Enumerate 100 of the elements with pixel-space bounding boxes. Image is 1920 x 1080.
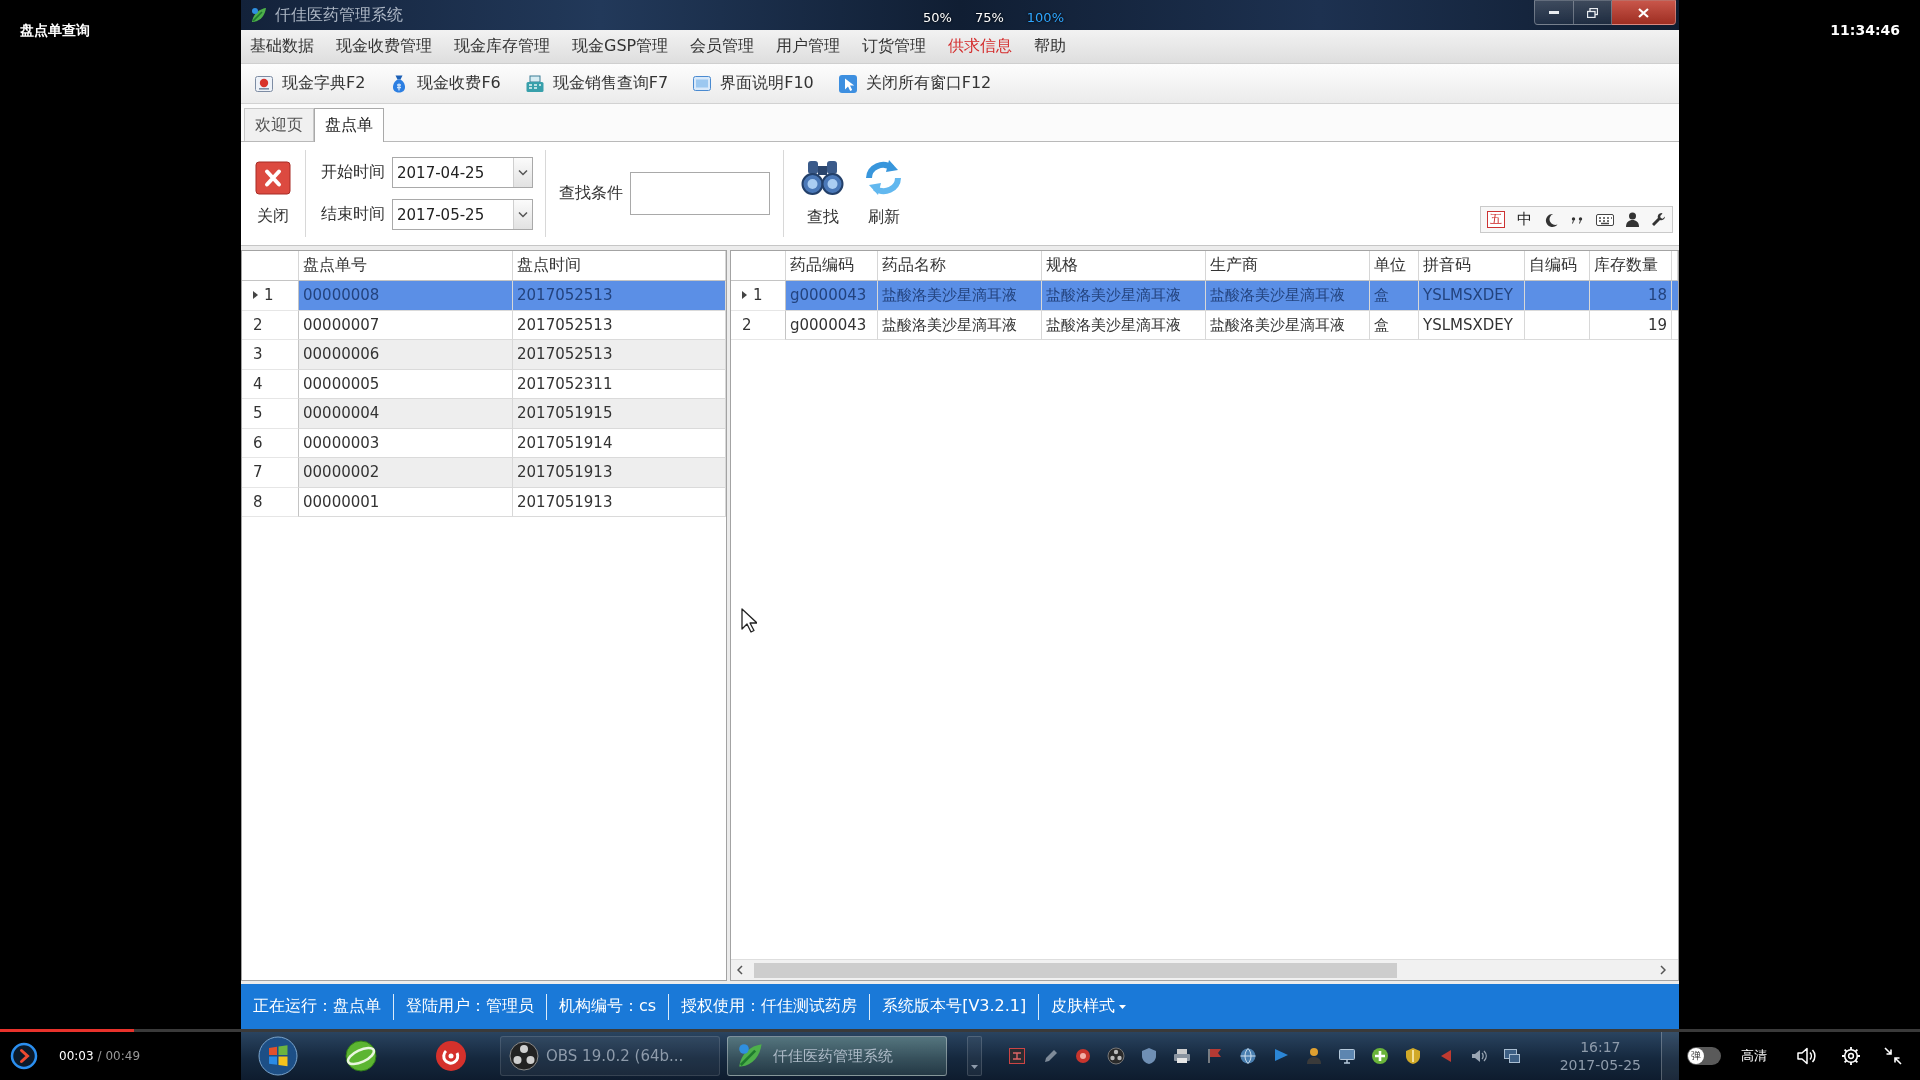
- tab[interactable]: 盘点单: [314, 108, 384, 142]
- close-icon: [255, 160, 291, 195]
- globe-icon[interactable]: [1239, 1047, 1257, 1065]
- find-button[interactable]: 查找: [801, 159, 844, 228]
- dropdown-button[interactable]: [513, 200, 532, 229]
- video-title: 盘点单查询: [20, 22, 90, 38]
- keyboard-icon[interactable]: [1596, 213, 1614, 226]
- person-icon[interactable]: [1305, 1047, 1323, 1065]
- clock: 11:34:46: [1830, 22, 1900, 38]
- table-row[interactable]: 7 00000002 2017051913: [242, 458, 726, 488]
- scrollbar-thumb[interactable]: [754, 962, 1397, 978]
- table-row[interactable]: 1 00000008 2017052513: [242, 281, 726, 311]
- menu-item[interactable]: 现金GSP管理: [572, 36, 669, 57]
- play-icon[interactable]: [10, 1042, 38, 1070]
- table-row[interactable]: 5 00000004 2017051915: [242, 399, 726, 429]
- punctuation-icon[interactable]: [1570, 214, 1584, 225]
- moon-icon[interactable]: [1544, 212, 1558, 227]
- column-header[interactable]: 自编码: [1525, 251, 1590, 280]
- toolbar-button[interactable]: 关闭所有窗口F12: [837, 73, 992, 94]
- menu-item[interactable]: 订货管理: [862, 36, 927, 57]
- column-header[interactable]: 药品名称: [878, 251, 1042, 280]
- end-date-field[interactable]: 2017-05-25: [392, 199, 533, 230]
- refresh-button[interactable]: 刷新: [861, 159, 906, 228]
- progress-track[interactable]: [0, 1029, 1920, 1032]
- column-header[interactable]: 库存数量: [1590, 251, 1672, 280]
- menu-item[interactable]: 基础数据: [250, 36, 314, 57]
- record-dot-icon[interactable]: [1074, 1047, 1092, 1065]
- zoom-option[interactable]: 50%: [923, 10, 952, 25]
- column-header[interactable]: 药品编码: [786, 251, 878, 280]
- settings-icon[interactable]: [1841, 1046, 1861, 1066]
- windows-logo-icon[interactable]: [258, 1036, 298, 1076]
- printer-icon[interactable]: [1173, 1047, 1191, 1065]
- table-row[interactable]: 4 00000005 2017052311: [242, 369, 726, 399]
- column-header[interactable]: 单位: [1370, 251, 1419, 280]
- input-method-icon[interactable]: [1008, 1047, 1026, 1065]
- skin-style-menu[interactable]: 皮肤样式: [1039, 996, 1139, 1017]
- table-cell: 00000004: [299, 399, 513, 429]
- table-row[interactable]: 2 00000007 2017052513: [242, 310, 726, 340]
- table-cell: 2017052513: [513, 340, 726, 370]
- menu-item[interactable]: 现金收费管理: [336, 36, 432, 57]
- horizontal-scrollbar[interactable]: [731, 959, 1678, 980]
- exit-fullscreen-icon[interactable]: [1884, 1047, 1902, 1065]
- table-cell: 盒: [1370, 310, 1419, 340]
- taskbar-window-button[interactable]: 仟佳医药管理系统: [727, 1036, 947, 1076]
- caret-icon: [971, 1065, 978, 1069]
- taskbar-overflow-button[interactable]: [967, 1036, 982, 1076]
- menu-item[interactable]: 帮助: [1034, 36, 1067, 57]
- menu-item[interactable]: 用户管理: [776, 36, 841, 57]
- flag-icon[interactable]: [1206, 1047, 1224, 1065]
- quality-button[interactable]: 高清: [1741, 1047, 1767, 1065]
- zoom-option[interactable]: 100%: [1026, 10, 1064, 25]
- restore-button[interactable]: [1574, 0, 1612, 25]
- input-mode-button[interactable]: 五: [1487, 211, 1505, 228]
- table-cell: 盐酸洛美沙星滴耳液: [878, 310, 1042, 340]
- monitor-icon[interactable]: [1338, 1047, 1356, 1065]
- menu-item[interactable]: 现金库存管理: [454, 36, 550, 57]
- shield-icon[interactable]: [1404, 1047, 1422, 1065]
- column-header[interactable]: 拼音码: [1419, 251, 1525, 280]
- minimize-button[interactable]: [1534, 0, 1574, 25]
- speaker-icon[interactable]: [1470, 1047, 1488, 1065]
- circle-dots-icon[interactable]: [1107, 1047, 1125, 1065]
- column-header[interactable]: 盘点时间: [513, 251, 726, 280]
- wrench-icon[interactable]: [1651, 212, 1666, 227]
- volume-icon[interactable]: [1796, 1046, 1818, 1066]
- search-field[interactable]: [630, 172, 770, 215]
- playback-duration: / 00:49: [97, 1049, 141, 1063]
- show-desktop-button[interactable]: [1661, 1032, 1679, 1080]
- toolbar-button[interactable]: 界面说明F10: [692, 73, 814, 94]
- table-row[interactable]: 1 g0000043 盐酸洛美沙星滴耳液 盐酸洛美沙星滴耳液 盐酸洛美沙星滴耳液 盒 YSLMSXDEY 18: [731, 281, 1678, 311]
- close-window-button[interactable]: [1612, 0, 1676, 25]
- language-toggle[interactable]: 中: [1517, 210, 1532, 229]
- row-pointer-icon: [253, 291, 258, 300]
- table-row[interactable]: 6 00000003 2017051914: [242, 428, 726, 458]
- table-row[interactable]: 2 g0000043 盐酸洛美沙星滴耳液 盐酸洛美沙星滴耳液 盐酸洛美沙星滴耳液 盒 YSLMSXDEY 19: [731, 310, 1678, 340]
- row-number: 8: [253, 492, 263, 511]
- danmaku-toggle[interactable]: 弹: [1687, 1047, 1721, 1065]
- column-header[interactable]: 生产商: [1206, 251, 1370, 280]
- orbit-ring-icon[interactable]: [345, 1040, 377, 1072]
- zoom-option[interactable]: 75%: [974, 10, 1004, 25]
- toolbar-button[interactable]: 现金收费F6: [389, 73, 501, 94]
- table-row[interactable]: 3 00000006 2017052513: [242, 340, 726, 370]
- table-row[interactable]: 8 00000001 2017051913: [242, 487, 726, 517]
- start-date-field[interactable]: 2017-04-25: [392, 157, 533, 188]
- menu-item[interactable]: 供求信息: [948, 36, 1013, 57]
- menu-item[interactable]: 会员管理: [690, 36, 755, 57]
- person-icon[interactable]: [1626, 212, 1639, 227]
- taskbar-window-button[interactable]: OBS 19.0.2 (64b...: [500, 1036, 720, 1076]
- plus-icon[interactable]: [1371, 1047, 1389, 1065]
- taskbar-time: 16:17: [1580, 1038, 1621, 1056]
- column-header[interactable]: 盘点单号: [299, 251, 513, 280]
- mouse-pointer-icon: [741, 608, 757, 633]
- toolbar-button[interactable]: 现金字典F2: [254, 73, 366, 94]
- binoculars-icon: [801, 159, 844, 196]
- two-screens-icon[interactable]: [1503, 1047, 1521, 1065]
- swirl-icon[interactable]: [435, 1040, 467, 1072]
- column-header[interactable]: 规格: [1042, 251, 1206, 280]
- toolbar-button[interactable]: 现金销售查询F7: [524, 73, 669, 94]
- close-button[interactable]: 关闭: [255, 160, 291, 227]
- tab[interactable]: 欢迎页: [244, 108, 314, 141]
- dropdown-button[interactable]: [513, 158, 532, 187]
